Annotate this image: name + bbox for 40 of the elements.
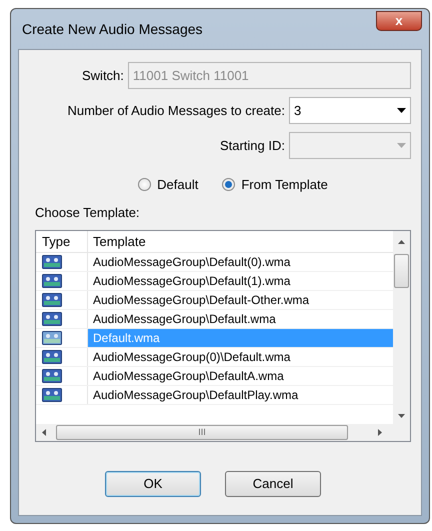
window-title: Create New Audio Messages	[21, 20, 203, 39]
template-item[interactable]: AudioMessageGroup(0)\Default.wma	[88, 348, 393, 366]
caret-icon	[397, 143, 406, 148]
template-item[interactable]: AudioMessageGroup\Default.wma	[88, 310, 393, 328]
caret-icon	[397, 108, 406, 113]
field-label: Starting ID:	[218, 136, 285, 155]
scroll-right-icon[interactable]	[378, 429, 382, 436]
template-item[interactable]: AudioMessageGroup\DefaultPlay.wma	[88, 386, 393, 404]
scroll-thumb[interactable]: III	[56, 425, 348, 440]
template-list[interactable]	[35, 230, 411, 442]
scroll-thumb[interactable]	[394, 254, 409, 288]
scroll-left-icon[interactable]	[42, 429, 46, 436]
cassette-icon	[42, 312, 62, 326]
radio-button[interactable]	[138, 178, 152, 192]
column-header[interactable]: Type	[36, 231, 88, 252]
cassette-icon	[42, 331, 62, 345]
dialog-button[interactable]: OK	[105, 471, 201, 497]
cassette-icon	[42, 293, 62, 307]
horizontal-scrollbar[interactable]: III	[36, 424, 410, 441]
dialog-button[interactable]: Cancel	[225, 471, 321, 497]
cassette-icon	[42, 255, 62, 269]
column-header[interactable]: Template	[88, 231, 393, 252]
radio-button[interactable]	[222, 178, 236, 192]
field-label: Switch:	[82, 66, 124, 85]
cassette-icon	[42, 369, 62, 383]
radio-label[interactable]: Default	[157, 175, 198, 194]
scroll-down-icon[interactable]	[398, 414, 405, 418]
template-item[interactable]: AudioMessageGroup\DefaultA.wma	[88, 367, 393, 385]
cassette-icon	[42, 388, 62, 402]
radio-label[interactable]: From Template	[241, 175, 328, 194]
cassette-icon	[42, 350, 62, 364]
vertical-scrollbar[interactable]	[393, 231, 410, 424]
scroll-up-icon[interactable]	[398, 240, 405, 244]
template-item[interactable]: AudioMessageGroup\Default-Other.wma	[88, 291, 393, 309]
count-dropdown[interactable]: 3	[289, 97, 411, 124]
section-label: Choose Template:	[35, 204, 141, 222]
cassette-icon	[42, 274, 62, 288]
field-label: Number of Audio Messages to create:	[66, 102, 285, 120]
template-item[interactable]: AudioMessageGroup\Default(1).wma	[88, 272, 393, 290]
template-item[interactable]: AudioMessageGroup\Default(0).wma	[88, 253, 393, 271]
